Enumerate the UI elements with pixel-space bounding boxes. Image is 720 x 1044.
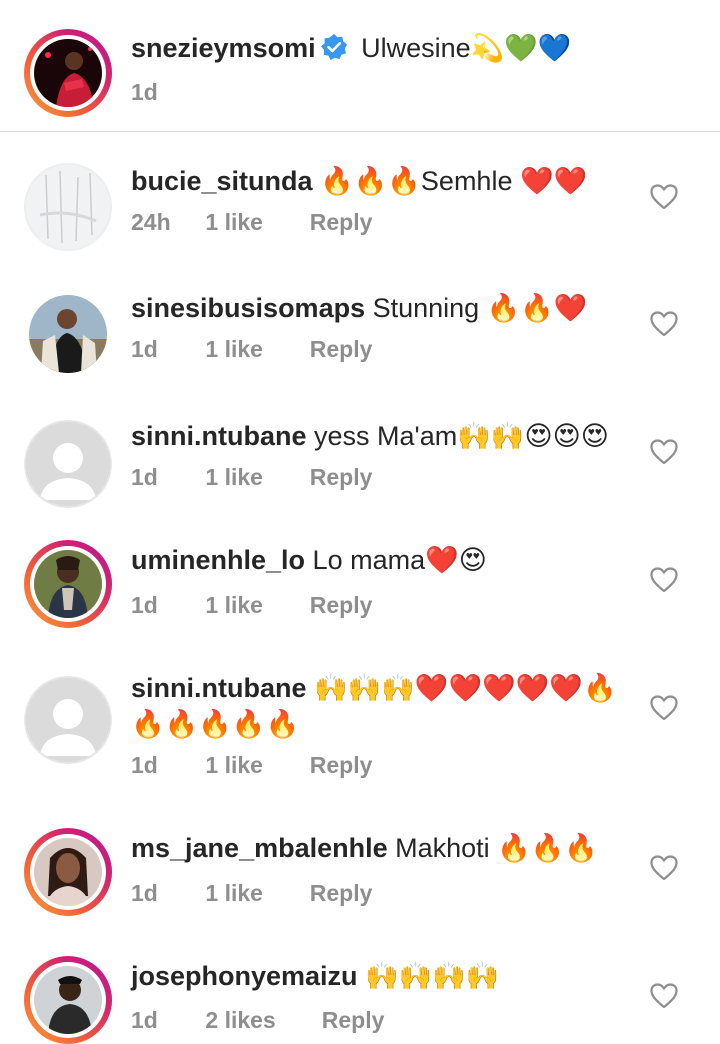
verified-badge-icon [320,33,348,70]
default-user-icon[interactable] [24,420,112,508]
comment-likes[interactable]: 2 likes [205,1005,315,1035]
reply-button[interactable]: Reply [322,1005,385,1035]
reply-button[interactable]: Reply [310,207,373,237]
comment-text: Makhoti 🔥🔥🔥 [395,833,599,863]
comment-time: 1d [131,592,158,618]
comment-username[interactable]: bucie_situnda [131,166,313,196]
reply-button[interactable]: Reply [310,462,373,492]
comment-time: 1d [131,880,158,906]
comment-time: 24h [131,209,171,235]
comment-avatar[interactable] [24,290,112,378]
comment-text: yess Ma'am🙌🙌😍😍😍 [314,421,609,451]
comment-likes[interactable]: 1 like [205,334,303,364]
comment-likes[interactable]: 1 like [205,207,303,237]
heart-outline-icon[interactable] [650,695,678,721]
comment-likes[interactable]: 1 like [205,878,303,908]
comment-item: bucie_situnda 🔥🔥🔥Semhle ❤️❤️ 24h 1 like … [0,132,720,260]
comment-avatar[interactable] [24,540,112,628]
comment-username[interactable]: ms_jane_mbalenhle [131,833,388,863]
post-caption: snezieymsomi Ulwesine💫💚💙 1d [0,0,720,132]
comment-username[interactable]: josephonyemaizu [131,961,358,991]
caption-avatar[interactable] [24,29,112,117]
comment-time: 1d [131,464,158,490]
caption-text: Ulwesine💫💚💙 [361,33,572,63]
heart-outline-icon[interactable] [650,983,678,1009]
comment-username[interactable]: sinesibusisomaps [131,293,365,323]
comment-likes[interactable]: 1 like [205,462,303,492]
reply-button[interactable]: Reply [310,590,373,620]
reply-button[interactable]: Reply [310,750,373,780]
default-user-icon[interactable] [24,676,112,764]
comment-avatar[interactable] [24,163,112,251]
comment-username[interactable]: sinni.ntubane [131,673,307,703]
comment-text: Stunning 🔥🔥❤️ [372,293,588,323]
heart-outline-icon[interactable] [650,184,678,210]
heart-outline-icon[interactable] [650,855,678,881]
caption-username[interactable]: snezieymsomi [131,33,316,63]
comment-avatar[interactable] [24,956,112,1044]
comment-username[interactable]: uminenhle_lo [131,545,305,575]
comment-username[interactable]: sinni.ntubane [131,421,307,451]
comment-text: 🔥🔥🔥Semhle ❤️❤️ [320,166,588,196]
comment-time: 1d [131,1007,158,1033]
heart-outline-icon[interactable] [650,439,678,465]
comment-text: 🙌🙌🙌🙌 [365,961,500,991]
reply-button[interactable]: Reply [310,334,373,364]
caption-time: 1d [131,79,158,105]
heart-outline-icon[interactable] [650,567,678,593]
comment-likes[interactable]: 1 like [205,590,303,620]
comment-text: Lo mama❤️😍 [312,545,487,575]
comment-avatar[interactable] [24,828,112,916]
reply-button[interactable]: Reply [310,878,373,908]
heart-outline-icon[interactable] [650,311,678,337]
comment-likes[interactable]: 1 like [205,750,303,780]
comment-time: 1d [131,336,158,362]
comment-time: 1d [131,752,158,778]
